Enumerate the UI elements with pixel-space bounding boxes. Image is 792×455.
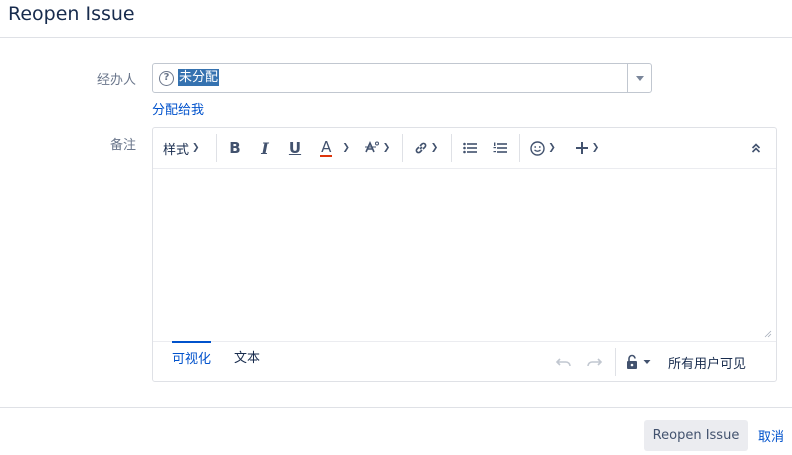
comment-editor: 样式 ❯ B I U A ❯ ❯ ❯ ❯ ❯ 可视化 文本 所有用户可见 xyxy=(152,127,777,382)
emoji-button[interactable]: ❯ xyxy=(528,136,558,160)
chevron-down-icon: ❯ xyxy=(342,143,350,153)
footer-divider xyxy=(0,407,792,408)
numbered-list-button[interactable] xyxy=(490,136,510,160)
text-color-label: A xyxy=(320,137,333,157)
chevron-down-icon: ❯ xyxy=(591,143,600,153)
link-icon xyxy=(415,142,427,154)
italic-button[interactable]: I xyxy=(255,136,275,160)
tab-visual[interactable]: 可视化 xyxy=(172,341,212,371)
tab-text[interactable]: 文本 xyxy=(234,347,260,370)
bold-button[interactable]: B xyxy=(225,136,245,160)
toolbar-divider xyxy=(519,134,520,162)
bullet-list-icon xyxy=(463,142,477,154)
caret-down-icon xyxy=(643,360,651,364)
text-style-label: 样式 xyxy=(163,142,190,158)
numbered-list-icon xyxy=(493,142,507,153)
editor-footer: 可视化 文本 所有用户可见 xyxy=(153,341,776,381)
plus-icon xyxy=(575,142,588,154)
assign-to-me-link[interactable]: 分配给我 xyxy=(152,99,204,118)
text-format-icon xyxy=(364,141,379,153)
toolbar-divider xyxy=(216,134,217,162)
text-style-dropdown[interactable]: 样式 ❯ xyxy=(163,136,200,160)
assignee-dropdown-button[interactable] xyxy=(627,64,651,92)
chevron-down-icon: ❯ xyxy=(382,143,391,153)
assignee-label: 经办人 xyxy=(96,73,136,88)
dialog-header: Reopen Issue xyxy=(0,0,792,38)
unassigned-avatar-icon: ? xyxy=(159,71,174,86)
redo-icon[interactable] xyxy=(585,354,603,370)
text-color-button[interactable]: A ❯ xyxy=(315,136,355,160)
underline-button[interactable]: U xyxy=(285,136,305,160)
comment-security-button[interactable] xyxy=(625,353,657,371)
caret-down-icon xyxy=(636,76,644,81)
assignee-value[interactable]: 未分配 xyxy=(178,69,220,86)
bullet-list-button[interactable] xyxy=(460,136,480,160)
chevron-down-icon: ❯ xyxy=(430,143,439,153)
unlock-icon xyxy=(627,354,637,369)
smiley-icon xyxy=(530,140,545,156)
insert-more-button[interactable]: ❯ xyxy=(571,136,603,160)
cancel-link[interactable]: 取消 xyxy=(758,426,784,445)
comment-textarea[interactable] xyxy=(153,169,776,341)
chevron-down-icon: ❯ xyxy=(548,143,556,153)
double-chevron-up-icon xyxy=(751,143,761,153)
editor-toolbar: 样式 ❯ B I U A ❯ ❯ ❯ ❯ ❯ xyxy=(153,128,776,169)
undo-icon[interactable] xyxy=(555,354,573,370)
reopen-issue-button[interactable]: Reopen Issue xyxy=(644,420,748,451)
collapse-toolbar-button[interactable] xyxy=(746,136,766,160)
toolbar-divider xyxy=(451,134,452,162)
comment-label: 备注 xyxy=(109,138,136,153)
comment-visibility-label: 所有用户可见 xyxy=(668,357,747,372)
resize-handle-icon[interactable] xyxy=(764,330,772,338)
footer-divider xyxy=(615,348,616,376)
insert-link-button[interactable]: ❯ xyxy=(411,136,441,160)
assignee-select[interactable]: ? 未分配 xyxy=(152,63,652,93)
chevron-down-icon: ❯ xyxy=(192,143,200,153)
dialog-title: Reopen Issue xyxy=(8,3,135,25)
more-formatting-button[interactable]: ❯ xyxy=(360,136,394,160)
toolbar-divider xyxy=(402,134,403,162)
